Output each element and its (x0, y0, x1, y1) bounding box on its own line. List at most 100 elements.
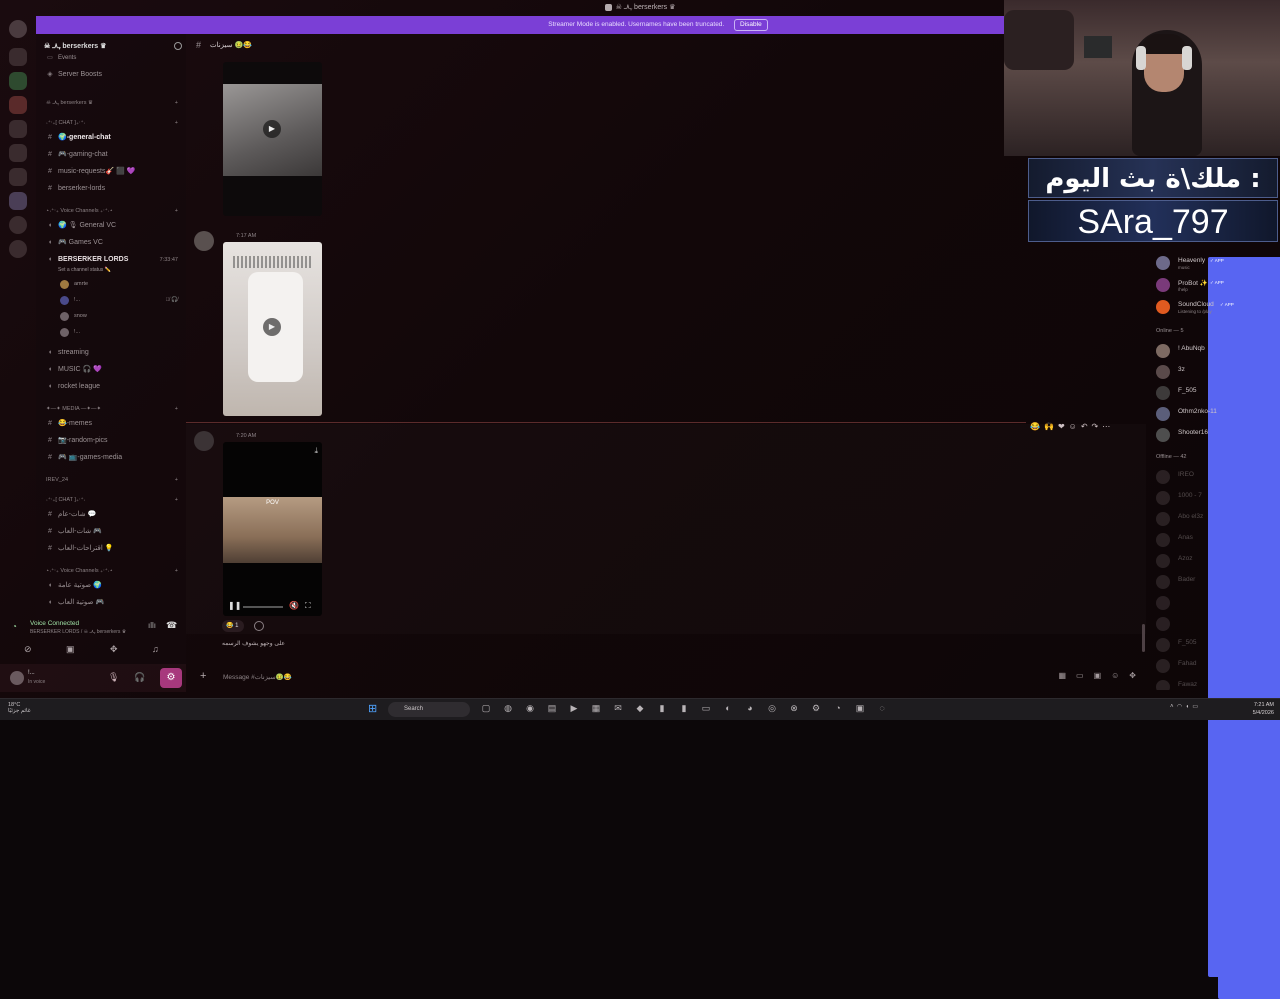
video-progress-bar[interactable] (243, 606, 283, 608)
pause-icon[interactable]: ❚❚ (228, 601, 241, 610)
signal-icon[interactable]: ◔ (12, 622, 22, 632)
apps-icon[interactable]: ✥ (1129, 671, 1136, 680)
whatsapp-icon[interactable]: ◎ (764, 703, 780, 714)
member-item[interactable]: 3z (1156, 363, 1280, 381)
noise-suppression-icon[interactable]: ıllı (148, 621, 156, 630)
add-reaction-icon[interactable] (254, 621, 264, 631)
category-header[interactable]: ⋆˖⁺‧₊ Voice Channels ₊‧⁺˖⋆ + (36, 565, 186, 577)
member-item[interactable]: 1000 - 7 (1156, 489, 1280, 507)
add-channel-icon[interactable]: + (175, 474, 178, 486)
battery-icon[interactable]: ▭ (1192, 704, 1198, 710)
xbox-icon[interactable]: ⊗ (786, 703, 802, 714)
channel-memes[interactable]: # 😂-memes (36, 418, 186, 430)
member-item[interactable]: SoundCloud ✓ APP Listening to /play (1156, 298, 1280, 999)
message-input[interactable]: Message #سيزنات🤢😂 (223, 673, 292, 681)
channel-games-media[interactable]: # 🎮 📺-games-media (36, 452, 186, 464)
member-item[interactable]: Fahad (1156, 657, 1280, 675)
channel-random-pics[interactable]: # 📷-random-pics (36, 435, 186, 447)
disable-streamer-mode-button[interactable]: Disable (734, 19, 768, 31)
add-channel-icon[interactable]: + (175, 205, 178, 217)
discover-icon[interactable] (9, 240, 27, 258)
gif-icon[interactable]: ▭ (1076, 671, 1084, 680)
server-icon[interactable] (9, 120, 27, 138)
member-item[interactable]: F_505 (1156, 384, 1280, 402)
voice-channel-games-vc[interactable]: ◖ 🎮 Games VC (36, 237, 186, 249)
channel-berserker-lords[interactable]: # berserker-lords (36, 183, 186, 195)
add-channel-icon[interactable]: + (175, 565, 178, 577)
member-item[interactable]: Heavenly ✓ APP music (1156, 254, 1280, 955)
brave-icon[interactable]: ◆ (632, 703, 648, 714)
camera-off-icon[interactable]: ⊘ (24, 644, 34, 654)
channel-gaming-chat[interactable]: # 🎮-gaming-chat (36, 149, 186, 161)
voice-channel-general-ar[interactable]: ◖ صوتية عامة 🌍 (36, 580, 186, 592)
category-header[interactable]: ⋆˖⁺‧₊ Voice Channels ₊‧⁺˖⋆ + (36, 205, 186, 217)
member-item[interactable]: ProBot ✨ ✓ APP/help (1156, 276, 1280, 977)
sticker-icon[interactable]: ▣ (1094, 671, 1102, 680)
server-icon[interactable] (9, 192, 27, 210)
voice-user[interactable]: amrte (36, 278, 186, 290)
category-header[interactable]: ✦—✦ MEDIA —✦—✦ + (36, 403, 186, 415)
category-header[interactable]: ˖⁺‧₊[ CHAT ]₊‧⁺˖ + (36, 117, 186, 129)
member-item[interactable]: ! AbuNqb (1156, 342, 1280, 360)
reply-icon[interactable]: ↶ (1081, 422, 1088, 431)
voice-user[interactable]: snow (36, 310, 186, 322)
heart-icon[interactable]: ❤ (1058, 422, 1065, 431)
channel-status[interactable]: Set a channel status ✏️ (36, 264, 186, 276)
add-member-icon[interactable] (174, 42, 182, 50)
add-channel-icon[interactable]: + (175, 117, 178, 129)
video-attachment[interactable]: ⤓ POV ❚❚ 🔇 ⛶ (223, 442, 322, 616)
server-icon[interactable] (9, 144, 27, 162)
more-icon[interactable]: ⋯ (1102, 422, 1110, 431)
emoji-icon[interactable]: ☺ (1111, 671, 1119, 680)
app-icon[interactable]: ◐ (720, 703, 736, 713)
task-view-icon[interactable]: ▢ (478, 703, 494, 714)
channel-general-ar[interactable]: # شات-عام 💬 (36, 509, 186, 521)
app-icon[interactable]: ▮ (676, 703, 692, 714)
avatar[interactable] (194, 431, 214, 451)
video-attachment[interactable]: ▶ (223, 242, 322, 416)
add-server-icon[interactable] (9, 216, 27, 234)
category-header[interactable]: ˖⁺‧₊[ CHAT ]₊‧⁺˖ + (36, 494, 186, 506)
member-item[interactable]: Fawaz (1156, 678, 1280, 690)
member-item[interactable]: Shooter16 (1156, 426, 1280, 444)
store-icon[interactable]: ▦ (588, 703, 604, 714)
member-item[interactable] (1156, 594, 1280, 612)
add-channel-icon[interactable]: + (175, 97, 178, 109)
app-icon[interactable]: ▮ (654, 703, 670, 714)
member-item[interactable]: Azoz (1156, 552, 1280, 570)
mute-volume-icon[interactable]: 🔇 (289, 601, 299, 610)
channel-music-requests[interactable]: # music-requests🎸 ⬛ 💜 (36, 166, 186, 178)
category-header[interactable]: ☠ ﮩ٨ـ berserkers ♛ + (36, 97, 186, 109)
settings-icon[interactable]: ⚙ (808, 703, 824, 714)
disconnect-icon[interactable]: ☎ (166, 620, 177, 631)
chevron-up-icon[interactable]: ˄ (1170, 704, 1174, 710)
activities-icon[interactable]: ✥ (110, 644, 120, 654)
server-icon[interactable] (9, 168, 27, 186)
download-icon[interactable]: ⤓ (314, 446, 318, 456)
server-header[interactable]: ☠ ﮩ٨ـ berserkers ♛ (44, 42, 182, 52)
avatar[interactable] (10, 671, 24, 685)
member-item[interactable]: Anas (1156, 531, 1280, 549)
member-item[interactable]: Bader (1156, 573, 1280, 591)
weather-widget[interactable]: 18°C غائم جزئيًا (8, 702, 31, 714)
wifi-icon[interactable]: ◠ (1177, 704, 1182, 710)
attach-plus-icon[interactable]: + (200, 670, 206, 682)
channel-games-ar[interactable]: # شات-العاب 🎮 (36, 526, 186, 538)
chrome-icon[interactable]: ◉ (522, 703, 538, 714)
youtube-icon[interactable]: ▶ (566, 703, 582, 714)
reaction-emoji-icon[interactable]: 😂 (1030, 422, 1040, 431)
voice-channel-streaming[interactable]: ◖ streaming (36, 347, 186, 359)
events-item[interactable]: ▭ Events (36, 52, 186, 64)
member-item[interactable]: Othm2nko-11 (1156, 405, 1280, 423)
channel-general-chat[interactable]: # 🌍-general-chat (36, 132, 186, 144)
fullscreen-icon[interactable]: ⛶ (305, 601, 311, 611)
clock[interactable]: 7:21 AM 5/4/2026 (1234, 701, 1274, 717)
play-icon[interactable]: ▶ (263, 120, 281, 138)
voice-user[interactable]: !... (36, 326, 186, 338)
terminal-icon[interactable]: ▭ (698, 703, 714, 714)
video-attachment[interactable]: ▶ (223, 62, 322, 216)
member-item[interactable] (1156, 615, 1280, 633)
gift-icon[interactable]: ▦ (1058, 671, 1066, 680)
mute-icon[interactable]: 🎙 (108, 672, 119, 683)
add-channel-icon[interactable]: + (175, 403, 178, 415)
